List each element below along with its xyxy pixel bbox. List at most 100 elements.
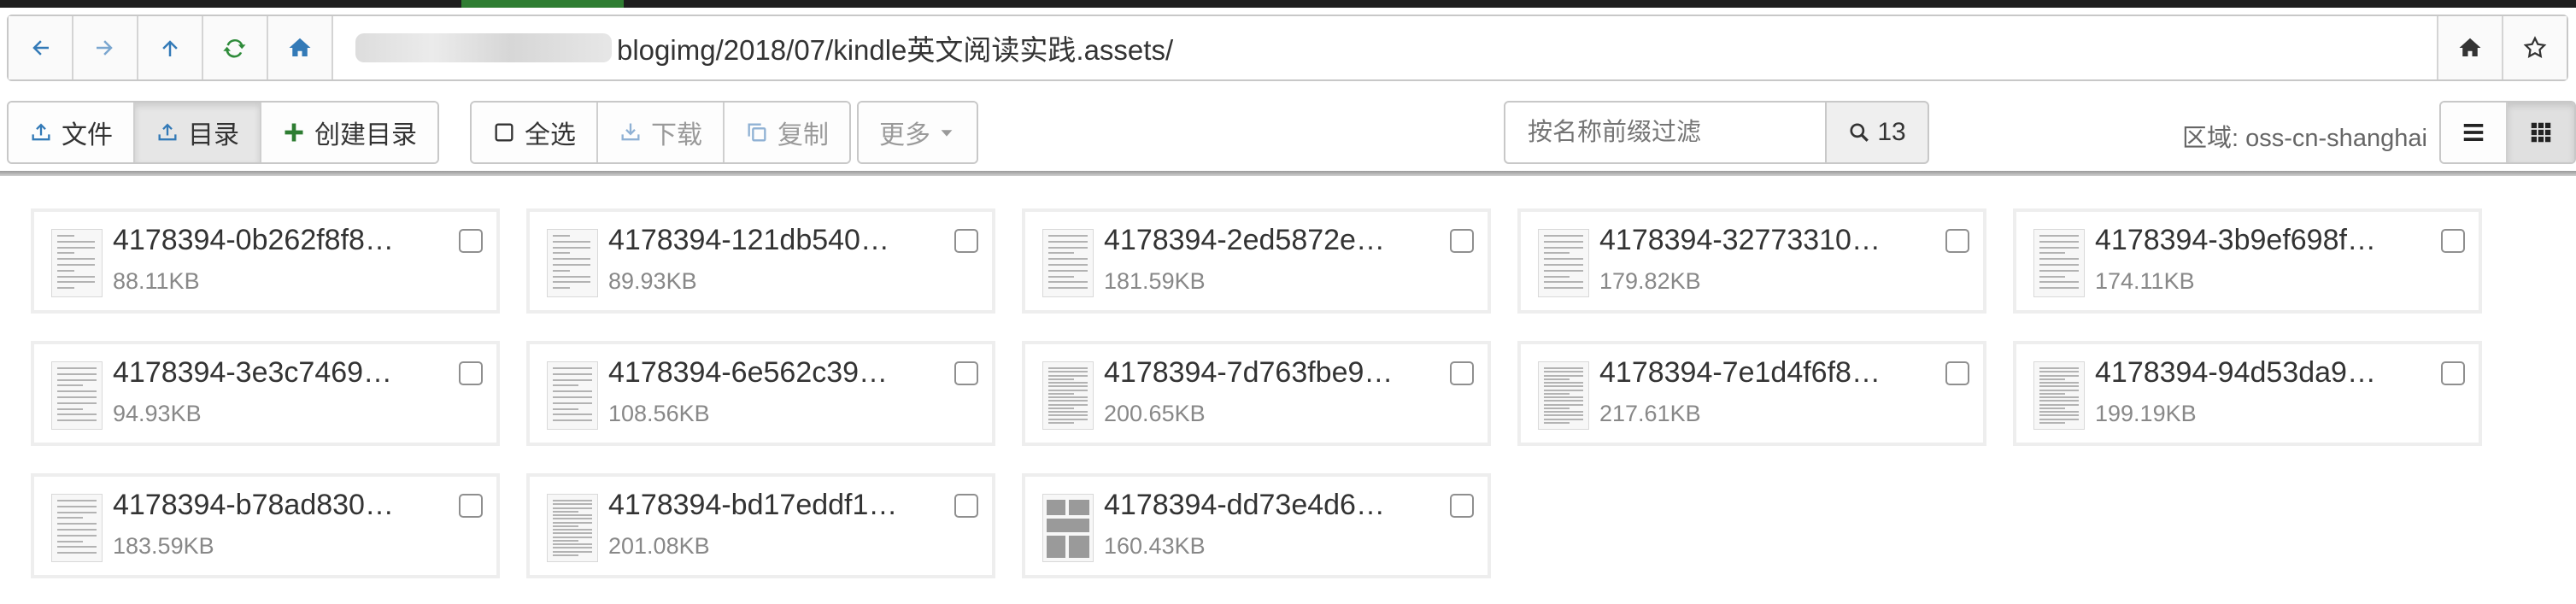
file-name[interactable]: 4178394-7e1d4f6f8… [1599, 356, 1881, 390]
more-label: 更多 [879, 121, 930, 150]
forward-button[interactable] [73, 16, 138, 79]
list-view-button[interactable] [2441, 103, 2508, 162]
refresh-icon [223, 38, 246, 58]
checkbox-icon [495, 123, 513, 142]
star-icon [2523, 36, 2547, 58]
copy-icon [748, 123, 766, 142]
file-select-checkbox[interactable] [1450, 494, 1474, 518]
path-text: blogimg/2018/07/kindle英文阅读实践.assets/ [617, 34, 1174, 66]
file-card[interactable]: 4178394-3e3c7469… 94.93KB [31, 341, 500, 446]
image-thumbnail [1042, 494, 1094, 562]
refresh-button[interactable] [203, 16, 268, 79]
file-size: 160.43KB [1104, 533, 1206, 559]
file-name[interactable]: 4178394-121db540… [608, 224, 889, 257]
home-icon [2459, 38, 2481, 56]
home-bookmark-button[interactable] [2437, 16, 2502, 79]
file-size: 174.11KB [2095, 268, 2195, 294]
more-dropdown-button[interactable]: 更多 [859, 103, 977, 162]
loading-indicator [461, 0, 624, 8]
filter-search-button[interactable]: 13 [1825, 101, 1929, 164]
path-field[interactable]: blogimg/2018/07/kindle英文阅读实践.assets/ [333, 16, 2437, 79]
image-thumbnail [51, 361, 103, 430]
toolbar: 文件 目录 创建目录 全选 下载 复制 更多 1 [0, 96, 2576, 176]
file-card[interactable]: 4178394-3b9ef698f… 174.11KB [2013, 208, 2482, 314]
file-size: 199.19KB [2095, 401, 2197, 426]
file-select-checkbox[interactable] [459, 361, 483, 385]
file-card[interactable]: 4178394-7d763fbe9… 200.65KB [1022, 341, 1491, 446]
file-select-checkbox[interactable] [1945, 361, 1969, 385]
upload-directory-label: 目录 [188, 121, 239, 150]
favorite-button[interactable] [2502, 16, 2567, 79]
image-thumbnail [2033, 361, 2085, 430]
grid-view-button[interactable] [2508, 103, 2574, 162]
file-name[interactable]: 4178394-bd17eddf1… [608, 489, 897, 522]
file-name[interactable]: 4178394-32773310… [1599, 224, 1881, 257]
image-thumbnail [1538, 361, 1589, 430]
list-icon [2463, 124, 2484, 141]
upload-group: 文件 目录 创建目录 [7, 101, 439, 164]
selection-group: 全选 下载 复制 [470, 101, 851, 164]
copy-button[interactable]: 复制 [725, 103, 849, 162]
file-name[interactable]: 4178394-0b262f8f8… [113, 224, 394, 257]
create-directory-label: 创建目录 [314, 121, 417, 150]
home-button[interactable] [268, 16, 333, 79]
download-label: 下载 [651, 121, 702, 150]
file-name[interactable]: 4178394-2ed5872e… [1104, 224, 1385, 257]
title-strip [0, 0, 2576, 8]
file-size: 183.59KB [113, 533, 214, 559]
upload-file-button[interactable]: 文件 [9, 103, 135, 162]
view-toggle-group [2439, 101, 2576, 164]
file-name[interactable]: 4178394-dd73e4d6… [1104, 489, 1385, 522]
file-size: 217.61KB [1599, 401, 1701, 426]
up-button[interactable] [138, 16, 203, 79]
file-select-checkbox[interactable] [459, 229, 483, 253]
file-name[interactable]: 4178394-b78ad830… [113, 489, 394, 522]
search-icon [1850, 123, 1869, 142]
file-select-checkbox[interactable] [1450, 361, 1474, 385]
back-button[interactable] [9, 16, 73, 79]
file-name[interactable]: 4178394-3b9ef698f… [2095, 224, 2376, 257]
upload-directory-button[interactable]: 目录 [135, 103, 261, 162]
upload-file-label: 文件 [62, 121, 113, 150]
download-icon [621, 123, 640, 141]
file-select-checkbox[interactable] [1450, 229, 1474, 253]
image-thumbnail [547, 361, 598, 430]
file-card[interactable]: 4178394-2ed5872e… 181.59KB [1022, 208, 1491, 314]
file-card[interactable]: 4178394-b78ad830… 183.59KB [31, 473, 500, 578]
file-card[interactable]: 4178394-121db540… 89.93KB [526, 208, 995, 314]
file-card[interactable]: 4178394-dd73e4d6… 160.43KB [1022, 473, 1491, 578]
file-card[interactable]: 4178394-6e562c39… 108.56KB [526, 341, 995, 446]
file-select-checkbox[interactable] [1945, 229, 1969, 253]
file-name[interactable]: 4178394-7d763fbe9… [1104, 356, 1393, 390]
file-card[interactable]: 4178394-0b262f8f8… 88.11KB [31, 208, 500, 314]
file-select-checkbox[interactable] [2441, 229, 2465, 253]
file-select-checkbox[interactable] [2441, 361, 2465, 385]
file-card[interactable]: 4178394-32773310… 179.82KB [1517, 208, 1986, 314]
file-card[interactable]: 4178394-94d53da9… 199.19KB [2013, 341, 2482, 446]
file-size: 181.59KB [1104, 268, 1206, 294]
file-select-checkbox[interactable] [954, 494, 978, 518]
file-card[interactable]: 4178394-7e1d4f6f8… 217.61KB [1517, 341, 1986, 446]
download-button[interactable]: 下载 [598, 103, 725, 162]
region-label: 区域: oss-cn-shanghai [2182, 125, 2427, 152]
select-all-button[interactable]: 全选 [472, 103, 598, 162]
file-select-checkbox[interactable] [459, 494, 483, 518]
toolbar-divider [0, 171, 2576, 176]
prefix-filter-input[interactable] [1504, 101, 1827, 164]
create-directory-button[interactable]: 创建目录 [261, 103, 437, 162]
file-name[interactable]: 4178394-94d53da9… [2095, 356, 2376, 390]
file-size: 88.11KB [113, 268, 200, 294]
file-size: 200.65KB [1104, 401, 1206, 426]
image-thumbnail [51, 229, 103, 297]
file-select-checkbox[interactable] [954, 361, 978, 385]
caret-down-icon [941, 130, 953, 137]
file-name[interactable]: 4178394-3e3c7469… [113, 356, 392, 390]
image-thumbnail [547, 229, 598, 297]
image-thumbnail [1538, 229, 1589, 297]
file-size: 89.93KB [608, 268, 697, 294]
file-select-checkbox[interactable] [954, 229, 978, 253]
arrow-right-icon [97, 40, 113, 56]
file-card[interactable]: 4178394-bd17eddf1… 201.08KB [526, 473, 995, 578]
more-group: 更多 [857, 101, 978, 164]
file-name[interactable]: 4178394-6e562c39… [608, 356, 888, 390]
